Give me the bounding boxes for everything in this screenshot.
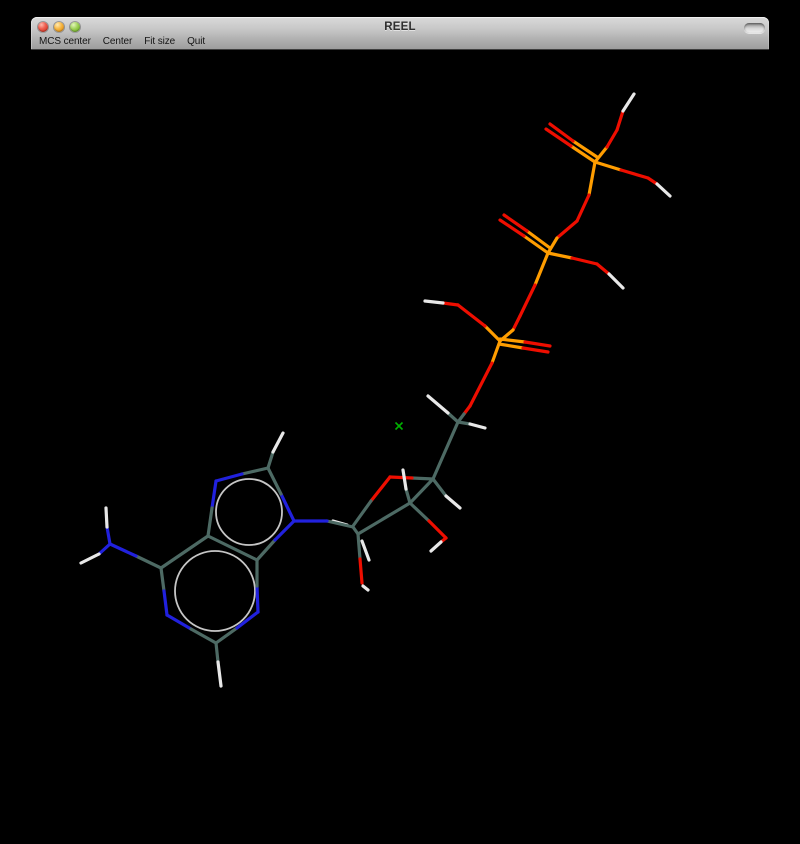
title-bar[interactable]: REEL MCS center Center Fit size Quit — [31, 17, 769, 50]
menu-item-fit-size[interactable]: Fit size — [143, 35, 176, 48]
window-title: REEL — [31, 21, 769, 33]
molecule-viewport[interactable] — [31, 50, 769, 844]
reel-window: REEL MCS center Center Fit size Quit — [31, 17, 769, 844]
menu-item-mcs-center[interactable]: MCS center — [38, 35, 92, 48]
menu-bar: MCS center Center Fit size Quit — [38, 35, 206, 48]
menu-item-quit[interactable]: Quit — [186, 35, 206, 48]
toolbar-pill-button[interactable] — [744, 23, 765, 33]
desktop-background: REEL MCS center Center Fit size Quit — [0, 0, 800, 844]
menu-item-center[interactable]: Center — [102, 35, 133, 48]
